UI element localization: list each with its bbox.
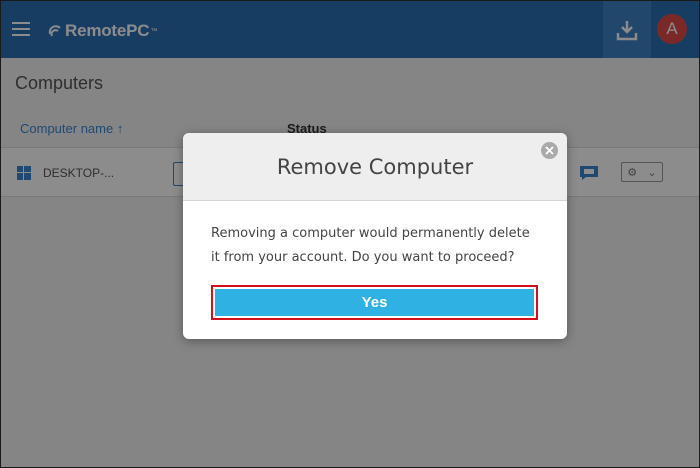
app-window: RemotePC ™ A Computers Computer name ↑ S… [0,0,700,468]
close-x-glyph [545,146,554,155]
yes-button-highlight: Yes [211,285,538,320]
close-icon[interactable] [541,142,558,159]
dialog-message: Removing a computer would permanently de… [211,226,530,265]
yes-button[interactable]: Yes [215,289,534,316]
remove-computer-dialog: Remove Computer Removing a computer woul… [183,133,567,339]
dialog-title: Remove Computer [276,155,474,179]
dialog-header: Remove Computer [183,133,567,201]
